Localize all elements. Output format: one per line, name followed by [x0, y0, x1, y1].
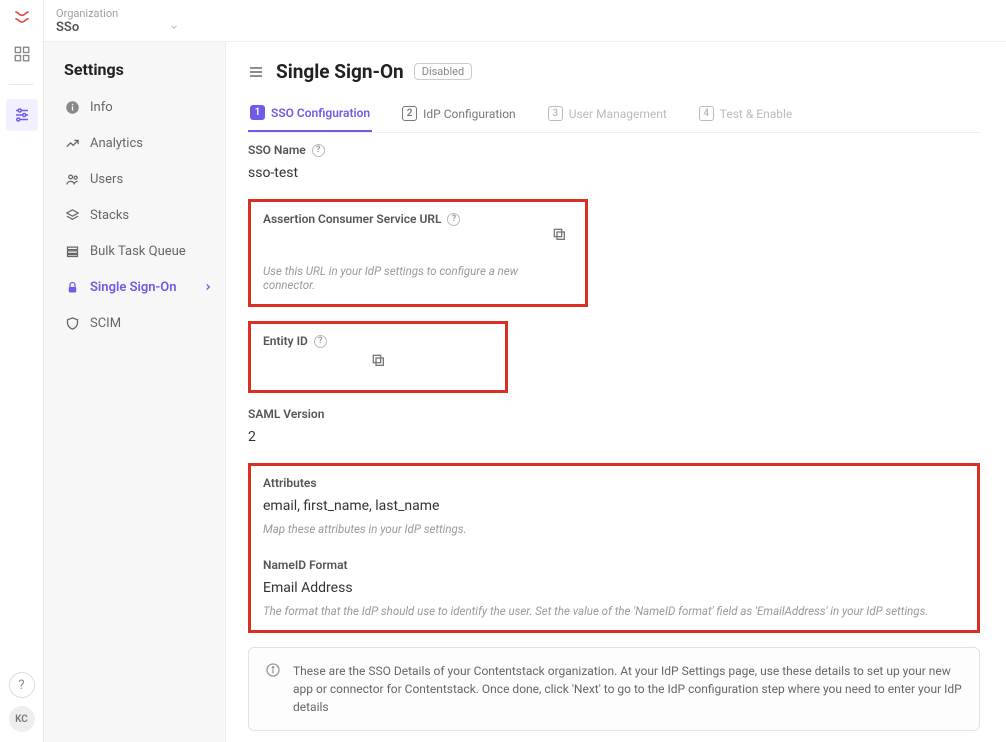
field-acs-url: Assertion Consumer Service URL ? Use thi… — [248, 199, 588, 307]
sidebar-item-label: Info — [90, 100, 113, 115]
field-label-text: Entity ID — [263, 334, 308, 348]
copy-icon[interactable] — [551, 226, 567, 242]
field-entity-id: Entity ID ? — [248, 321, 508, 393]
tabs: 1 SSO Configuration 2 IdP Configuration … — [248, 97, 980, 133]
field-sso-name: SSO Name ? sso-test — [248, 143, 980, 181]
status-badge: Disabled — [414, 63, 472, 80]
topbar: Organization SSo — [44, 0, 1006, 42]
info-icon — [265, 662, 281, 716]
sidebar-item-users[interactable]: Users — [44, 161, 225, 197]
attributes-value: email, first_name, last_name — [263, 490, 965, 514]
left-rail: ? KC — [0, 0, 44, 742]
chevron-down-icon — [169, 22, 179, 32]
help-icon[interactable]: ? — [447, 213, 460, 226]
tab-label: IdP Configuration — [423, 107, 516, 121]
tab-label: Test & Enable — [720, 107, 792, 121]
dashboard-icon[interactable] — [6, 38, 38, 70]
nameid-value: Email Address — [263, 572, 965, 596]
saml-value: 2 — [248, 421, 980, 445]
info-icon — [64, 99, 80, 115]
users-icon — [64, 171, 80, 187]
sidebar-title: Settings — [44, 60, 225, 89]
sidebar-item-bulk-task[interactable]: Bulk Task Queue — [44, 233, 225, 269]
sidebar-item-analytics[interactable]: Analytics — [44, 125, 225, 161]
sidebar-item-scim[interactable]: SCIM — [44, 305, 225, 341]
logo-icon — [11, 6, 33, 28]
sidebar-item-label: Users — [90, 172, 123, 187]
content-area: Single Sign-On Disabled 1 SSO Configurat… — [226, 42, 1006, 742]
lock-icon — [64, 279, 80, 295]
field-hint: The format that the IdP should use to id… — [263, 596, 965, 618]
chevron-right-icon — [203, 282, 213, 292]
copy-icon[interactable] — [370, 352, 386, 368]
sso-name-value: sso-test — [248, 157, 980, 181]
field-label-text: Assertion Consumer Service URL — [263, 212, 441, 226]
shield-icon — [64, 315, 80, 331]
field-label-text: SAML Version — [248, 407, 324, 421]
help-icon[interactable]: ? — [314, 335, 327, 348]
avatar[interactable]: KC — [9, 706, 35, 732]
sidebar-item-label: SCIM — [90, 316, 121, 331]
field-label-text: SSO Name — [248, 143, 306, 157]
menu-icon[interactable] — [248, 64, 266, 80]
divider — [9, 84, 35, 85]
queue-icon — [64, 243, 80, 259]
field-attributes-nameid: Attributes email, first_name, last_name … — [248, 463, 980, 633]
help-icon[interactable]: ? — [9, 672, 35, 698]
tab-label: SSO Configuration — [271, 106, 370, 120]
step-number: 2 — [402, 106, 417, 121]
tab-label: User Management — [569, 107, 667, 121]
sidebar-item-label: Stacks — [90, 208, 129, 223]
field-saml-version: SAML Version 2 — [248, 407, 980, 445]
field-label-text: NameID Format — [263, 558, 348, 572]
page-title: Single Sign-On — [276, 60, 404, 83]
sidebar-item-label: Single Sign-On — [90, 280, 177, 295]
stacks-icon — [64, 207, 80, 223]
tab-user-mgmt[interactable]: 3 User Management — [546, 97, 669, 132]
sidebar-item-label: Bulk Task Queue — [90, 244, 186, 259]
field-hint: Map these attributes in your IdP setting… — [263, 514, 965, 536]
sidebar-item-stacks[interactable]: Stacks — [44, 197, 225, 233]
tab-idp-config[interactable]: 2 IdP Configuration — [400, 97, 518, 132]
step-number: 4 — [699, 106, 714, 121]
settings-sidebar: Settings Info Analytics — [44, 42, 226, 742]
tab-test-enable[interactable]: 4 Test & Enable — [697, 97, 794, 132]
org-name: SSo — [56, 20, 79, 35]
sidebar-item-sso[interactable]: Single Sign-On — [44, 269, 225, 305]
org-label: Organization — [56, 7, 179, 20]
sidebar-item-label: Analytics — [90, 136, 143, 151]
org-selector[interactable]: SSo — [56, 20, 179, 35]
help-icon[interactable]: ? — [312, 144, 325, 157]
analytics-icon — [64, 135, 80, 151]
tab-sso-config[interactable]: 1 SSO Configuration — [248, 97, 372, 132]
field-label-text: Attributes — [263, 476, 317, 490]
sidebar-item-info[interactable]: Info — [44, 89, 225, 125]
step-number: 3 — [548, 106, 563, 121]
info-text: These are the SSO Details of your Conten… — [293, 662, 963, 716]
info-box: These are the SSO Details of your Conten… — [248, 647, 980, 731]
field-hint: Use this URL in your IdP settings to con… — [263, 256, 573, 292]
settings-sliders-icon[interactable] — [6, 99, 38, 131]
step-number: 1 — [250, 105, 265, 120]
